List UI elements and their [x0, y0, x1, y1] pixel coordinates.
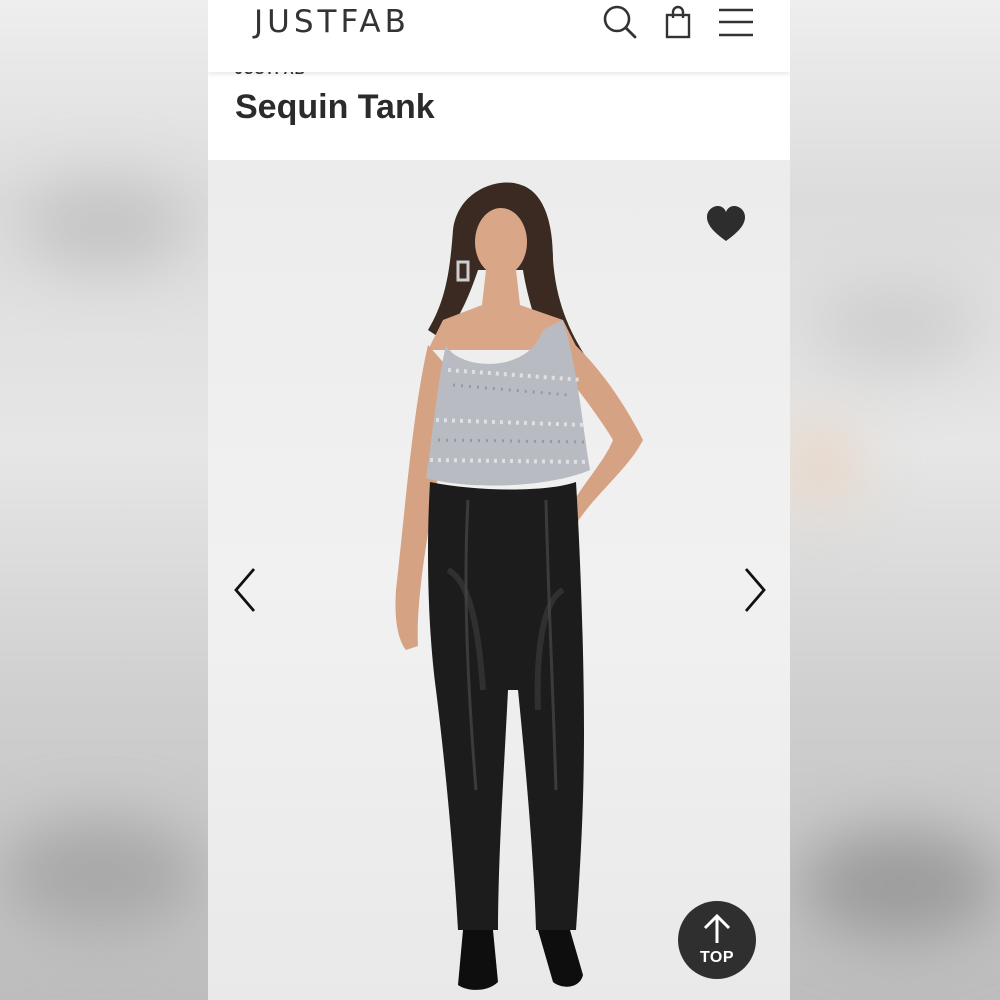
- model-right-shoe: [538, 930, 583, 987]
- mobile-page: JUSTFAB JUSTFAB Sequin Tank: [208, 0, 790, 1000]
- back-to-top-label: TOP: [699, 949, 735, 966]
- arrow-up-icon: [703, 913, 731, 943]
- menu-icon[interactable]: [716, 2, 756, 42]
- product-title: Sequin Tank: [235, 88, 435, 126]
- model-face: [475, 208, 527, 276]
- shopping-bag-icon[interactable]: [658, 2, 698, 42]
- back-to-top-button[interactable]: TOP: [678, 901, 756, 979]
- model-left-shoe: [458, 930, 498, 990]
- site-header: JUSTFAB: [208, 0, 790, 72]
- product-photo: [395, 182, 643, 990]
- chevron-left-icon[interactable]: [228, 565, 264, 615]
- chevron-right-icon[interactable]: [736, 565, 772, 615]
- search-icon[interactable]: [600, 2, 640, 42]
- heart-icon[interactable]: [706, 205, 746, 245]
- site-logo[interactable]: JUSTFAB: [254, 2, 410, 42]
- leather-pants: [428, 482, 584, 930]
- product-image-carousel[interactable]: TOP: [208, 160, 790, 1000]
